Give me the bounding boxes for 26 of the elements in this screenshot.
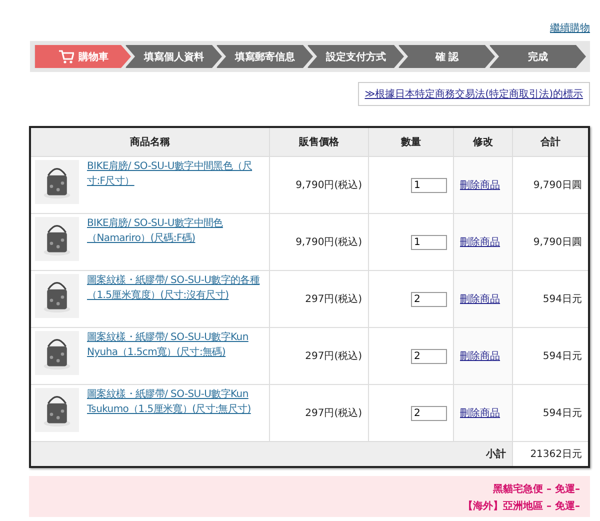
continue-shopping-link[interactable]: 繼續購物: [550, 21, 590, 35]
subtotal-label: 小計: [30, 442, 512, 467]
column-header: 合計: [512, 127, 589, 156]
shipping-note: 【海外】亞洲地區 – 免運–: [463, 500, 580, 513]
delete-link[interactable]: 刪除商品: [460, 180, 500, 191]
price-cell: 9,790円(税込): [270, 156, 368, 214]
delete-link[interactable]: 刪除商品: [460, 237, 500, 248]
quantity-field[interactable]: 1: [411, 178, 447, 192]
delete-link[interactable]: 刪除商品: [460, 351, 500, 362]
shipping-note: 黑貓宅急便 – 免運–: [493, 482, 580, 496]
quantity-field[interactable]: 1: [411, 234, 447, 250]
quantity-field[interactable]: 2: [411, 406, 447, 420]
legal-notice-link[interactable]: ≫根據日本特定商務交易法(特定商取引法)的標示: [358, 82, 590, 106]
column-header: 修改: [454, 127, 512, 156]
column-header: 販售價格: [270, 127, 368, 156]
subtotal-cell: 21362日元: [512, 442, 589, 467]
column-header: 數量: [368, 127, 454, 156]
column-header: 商品名稱: [30, 127, 270, 156]
quantity-field[interactable]: 2: [411, 292, 447, 306]
price-cell: 297円(税込): [270, 328, 368, 384]
price-cell: 9,790円(税込): [270, 214, 368, 270]
price-cell: 297円(税込): [270, 270, 368, 328]
delete-link[interactable]: 刪除商品: [460, 408, 500, 419]
cart-icon: [58, 50, 74, 64]
delete-link[interactable]: 刪除商品: [460, 294, 500, 305]
quantity-field[interactable]: 2: [411, 348, 447, 364]
